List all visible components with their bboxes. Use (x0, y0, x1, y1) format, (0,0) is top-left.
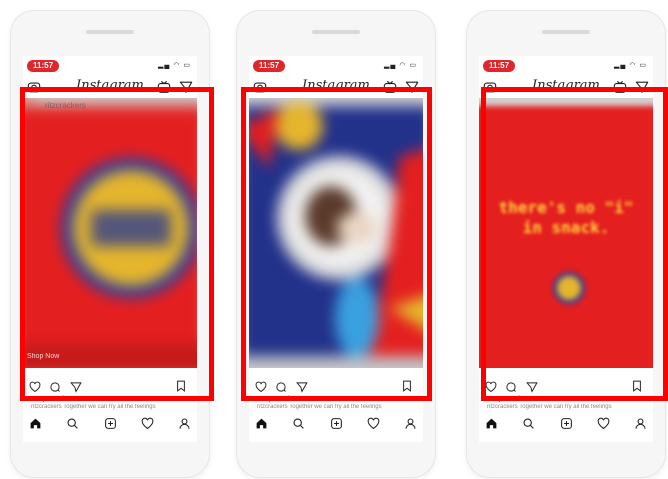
bottom-tab-bar (485, 414, 647, 432)
status-bar: 11:57 ▂▄ ◠ ▭ (483, 60, 649, 74)
activity-icon[interactable] (141, 417, 154, 430)
highlight-box-3 (481, 87, 668, 401)
phone-speaker (542, 30, 590, 34)
phone-speaker (86, 30, 134, 34)
search-icon[interactable] (522, 417, 535, 430)
home-icon[interactable] (29, 417, 42, 430)
home-icon[interactable] (485, 417, 498, 430)
status-bar: 11:57 ▂▄ ◠ ▭ (253, 60, 419, 74)
highlight-box-2 (241, 87, 432, 401)
new-post-icon[interactable] (330, 417, 343, 430)
profile-icon[interactable] (634, 417, 647, 430)
bottom-tab-bar (29, 414, 191, 432)
activity-icon[interactable] (367, 417, 380, 430)
new-post-icon[interactable] (104, 417, 117, 430)
phone-speaker (312, 30, 360, 34)
activity-icon[interactable] (597, 417, 610, 430)
status-time: 11:57 (27, 60, 60, 72)
highlight-box-1 (20, 87, 214, 401)
new-post-icon[interactable] (560, 417, 573, 430)
search-icon[interactable] (66, 417, 79, 430)
post-caption: ritzcrackers Together we can fry all the… (257, 404, 382, 410)
status-bar: 11:57 ▂▄ ◠ ▭ (27, 60, 193, 74)
home-icon[interactable] (255, 417, 268, 430)
post-caption: ritzcrackers Together we can fry all the… (31, 404, 156, 410)
signal-wifi-battery-icon: ▂▄ ◠ ▭ (158, 62, 191, 69)
status-time: 11:57 (483, 60, 516, 72)
profile-icon[interactable] (404, 417, 417, 430)
signal-wifi-battery-icon: ▂▄ ◠ ▭ (614, 62, 647, 69)
signal-wifi-battery-icon: ▂▄ ◠ ▭ (384, 62, 417, 69)
bottom-tab-bar (255, 414, 417, 432)
profile-icon[interactable] (178, 417, 191, 430)
search-icon[interactable] (292, 417, 305, 430)
post-caption: ritzcrackers Together we can fry all the… (487, 404, 612, 410)
status-time: 11:57 (253, 60, 286, 72)
